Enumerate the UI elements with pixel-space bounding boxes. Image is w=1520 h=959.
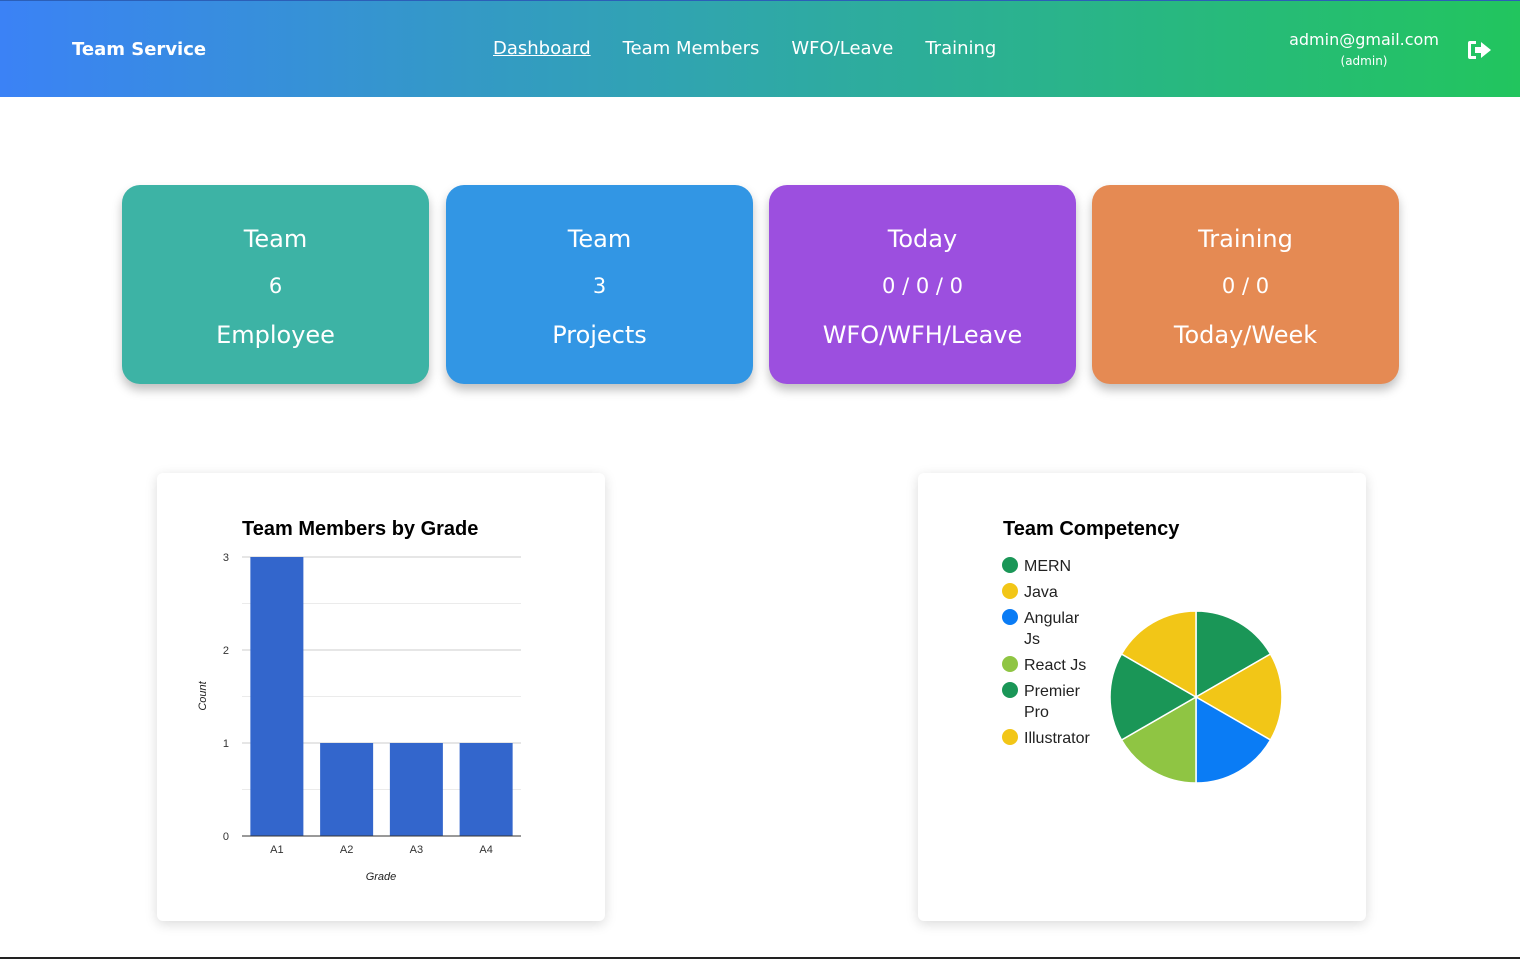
team-projects-card[interactable]: Team 3 Projects <box>446 185 753 384</box>
card-value: 0 / 0 <box>1221 274 1270 298</box>
legend-swatch <box>1002 557 1018 573</box>
chart-title: Team Competency <box>1003 518 1180 540</box>
bar-A3[interactable] <box>389 743 443 836</box>
nav-team-members[interactable]: Team Members <box>623 38 760 59</box>
brand-title[interactable]: Team Service <box>72 39 206 60</box>
card-label: Team <box>243 225 308 253</box>
legend-swatch <box>1002 609 1018 625</box>
user-role: (admin) <box>1340 54 1388 68</box>
legend-label: React Js <box>1024 657 1086 674</box>
x-axis-title: Grade <box>366 871 397 883</box>
competency-chart-panel: Team Competency MERN Java Angular Js React J… <box>918 473 1366 921</box>
card-value: 3 <box>592 274 607 298</box>
legend-swatch <box>1002 583 1018 599</box>
legend-item[interactable]: MERN <box>1002 557 1071 575</box>
legend-label: Pro <box>1024 704 1049 721</box>
y-tick-label: 0 <box>223 831 229 843</box>
logout-button[interactable] <box>1467 38 1493 62</box>
x-tick-label: A1 <box>270 844 283 856</box>
team-employee-card[interactable]: Team 6 Employee <box>122 185 429 384</box>
nav-training[interactable]: Training <box>925 38 996 59</box>
legend-item[interactable]: Illustrator <box>1002 729 1090 747</box>
user-email: admin@gmail.com <box>1289 30 1439 49</box>
legend-swatch <box>1002 682 1018 698</box>
training-card[interactable]: Training 0 / 0 Today/Week <box>1092 185 1399 384</box>
legend-swatch <box>1002 656 1018 672</box>
y-tick-label: 2 <box>223 645 229 657</box>
bar-A4[interactable] <box>459 743 513 836</box>
legend-label: Premier <box>1024 683 1081 700</box>
grade-chart-panel: Team Members by Grade 0 1 2 3 A1 A2 A3 A4 Grad… <box>157 473 605 921</box>
x-tick-label: A2 <box>340 844 353 856</box>
legend-label: Angular <box>1024 610 1080 627</box>
nav-wfo-leave[interactable]: WFO/Leave <box>791 38 893 59</box>
card-label: Today <box>887 225 958 253</box>
legend-item[interactable]: Angular Js <box>1002 609 1080 648</box>
bar-A2[interactable] <box>320 743 374 836</box>
card-label: Team <box>567 225 632 253</box>
sign-out-icon <box>1468 41 1491 59</box>
x-tick-label: A4 <box>479 844 492 856</box>
main-nav: Dashboard Team Members WFO/Leave Trainin… <box>493 38 996 59</box>
legend-item[interactable]: React Js <box>1002 656 1086 674</box>
x-tick-label: A3 <box>410 844 423 856</box>
user-info: admin@gmail.com (admin) <box>1270 30 1458 68</box>
legend-item[interactable]: Premier Pro <box>1002 682 1081 721</box>
chart-title: Team Members by Grade <box>242 518 478 540</box>
y-axis-title: Count <box>197 680 209 710</box>
card-label: Training <box>1198 225 1293 253</box>
card-caption: Projects <box>552 321 647 349</box>
card-caption: Today/Week <box>1173 321 1318 349</box>
y-tick-label: 3 <box>223 552 229 564</box>
today-attendance-card[interactable]: Today 0 / 0 / 0 WFO/WFH/Leave <box>769 185 1076 384</box>
nav-dashboard[interactable]: Dashboard <box>493 38 591 59</box>
legend-label: Illustrator <box>1024 730 1090 747</box>
top-navbar: Team Service Dashboard Team Members WFO/… <box>0 0 1520 97</box>
card-caption: Employee <box>216 321 335 349</box>
grade-bar-chart: Team Members by Grade 0 1 2 3 A1 A2 A3 A4 Grad… <box>197 518 521 883</box>
card-value: 0 / 0 / 0 <box>882 274 963 298</box>
legend-label: MERN <box>1024 558 1071 575</box>
legend-swatch <box>1002 729 1018 745</box>
card-value: 6 <box>268 274 283 298</box>
legend-label: Js <box>1024 631 1040 648</box>
bar-A1[interactable] <box>250 557 304 836</box>
card-caption: WFO/WFH/Leave <box>822 321 1023 349</box>
y-tick-label: 1 <box>223 738 229 750</box>
competency-pie-chart: Team Competency MERN Java Angular Js React J… <box>1002 518 1283 784</box>
legend-label: Java <box>1024 584 1058 601</box>
legend-item[interactable]: Java <box>1002 583 1058 601</box>
